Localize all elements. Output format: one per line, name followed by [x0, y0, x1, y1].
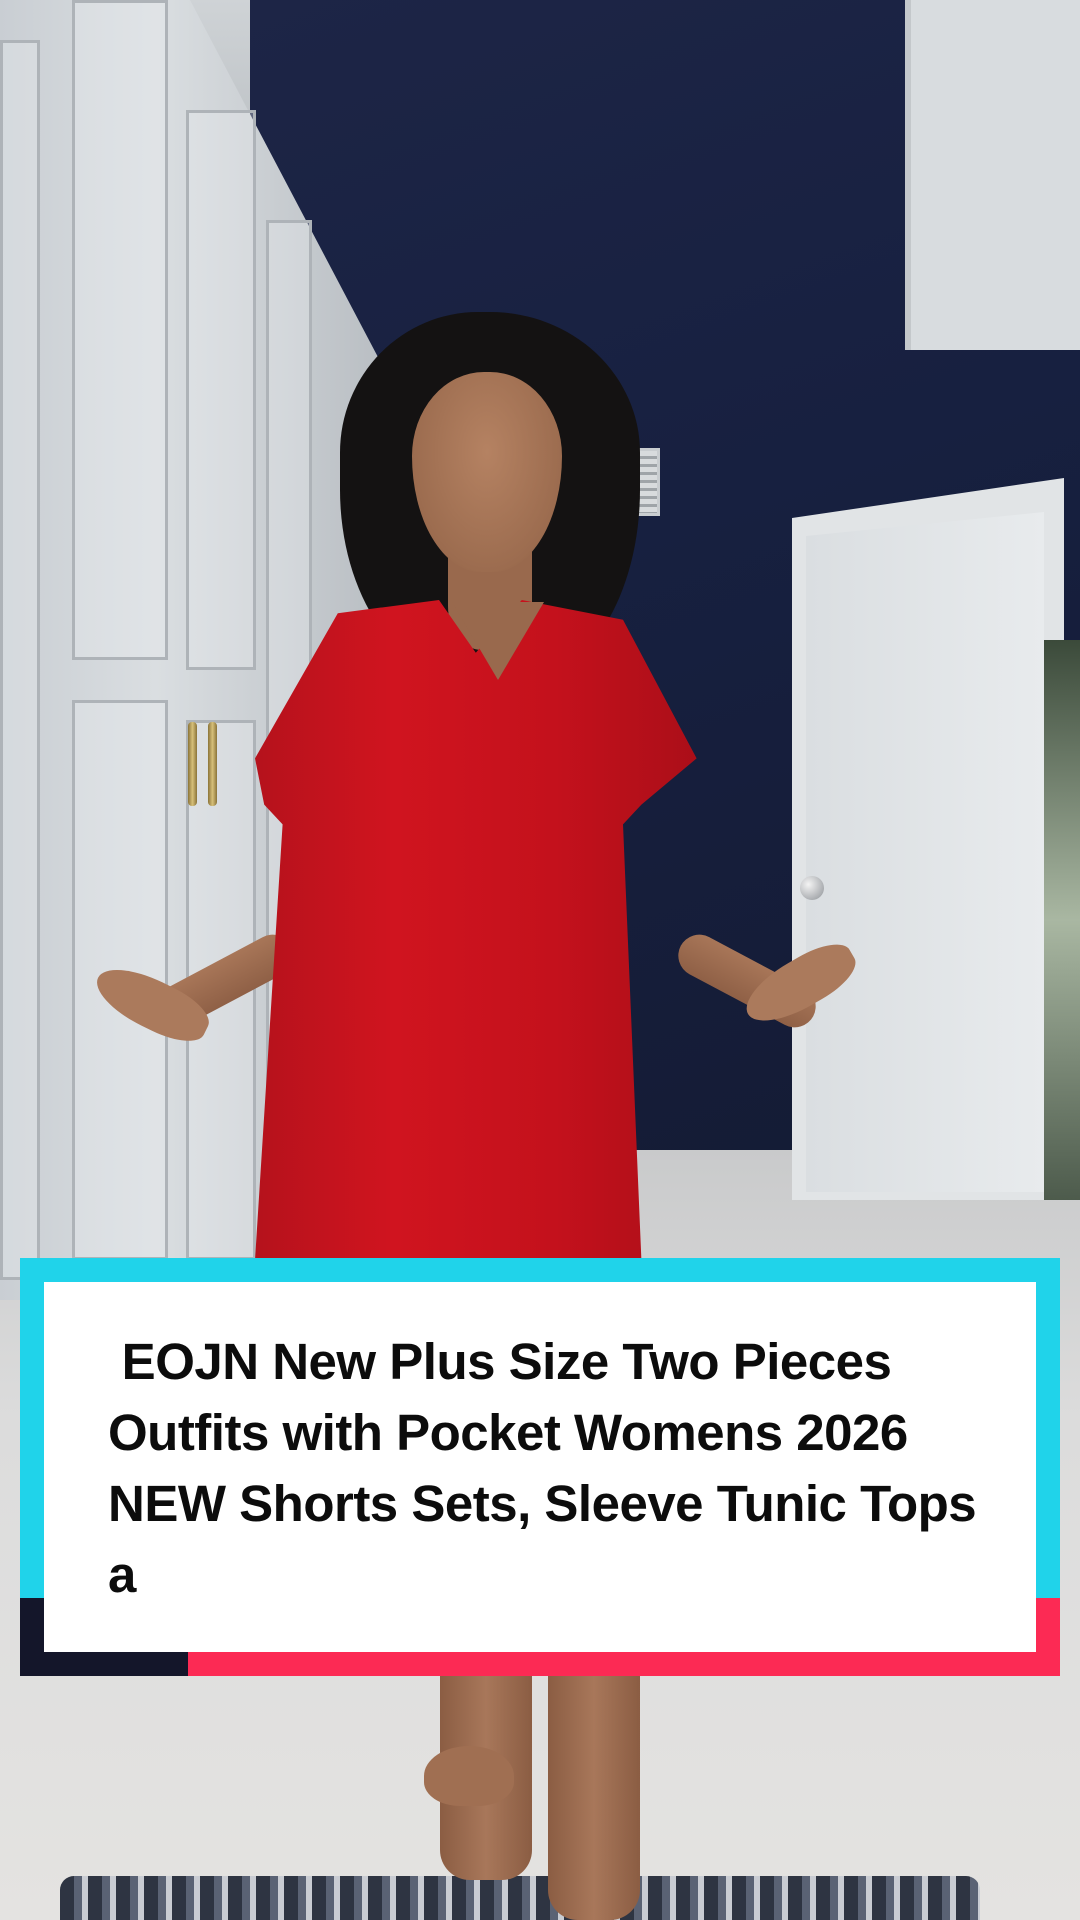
rug — [60, 1876, 980, 1920]
doorknob — [800, 876, 824, 900]
card-body: EOJN New Plus Size Two Pieces Outfits wi… — [44, 1282, 1036, 1652]
product-caption-card[interactable]: EOJN New Plus Size Two Pieces Outfits wi… — [20, 1258, 1060, 1676]
wardrobe-panel — [0, 40, 40, 1280]
white-door — [806, 512, 1044, 1192]
wardrobe-handle — [208, 722, 217, 806]
wardrobe-panel — [72, 0, 168, 660]
wardrobe-panel — [186, 110, 256, 670]
right-leg — [548, 1640, 640, 1920]
video-frame[interactable]: EOJN New Plus Size Two Pieces Outfits wi… — [0, 0, 1080, 1920]
left-foot — [424, 1746, 514, 1806]
loft-door — [905, 0, 1080, 350]
window-edge — [1044, 640, 1080, 1200]
product-title: EOJN New Plus Size Two Pieces Outfits wi… — [108, 1333, 990, 1603]
wardrobe-handle — [188, 722, 197, 806]
